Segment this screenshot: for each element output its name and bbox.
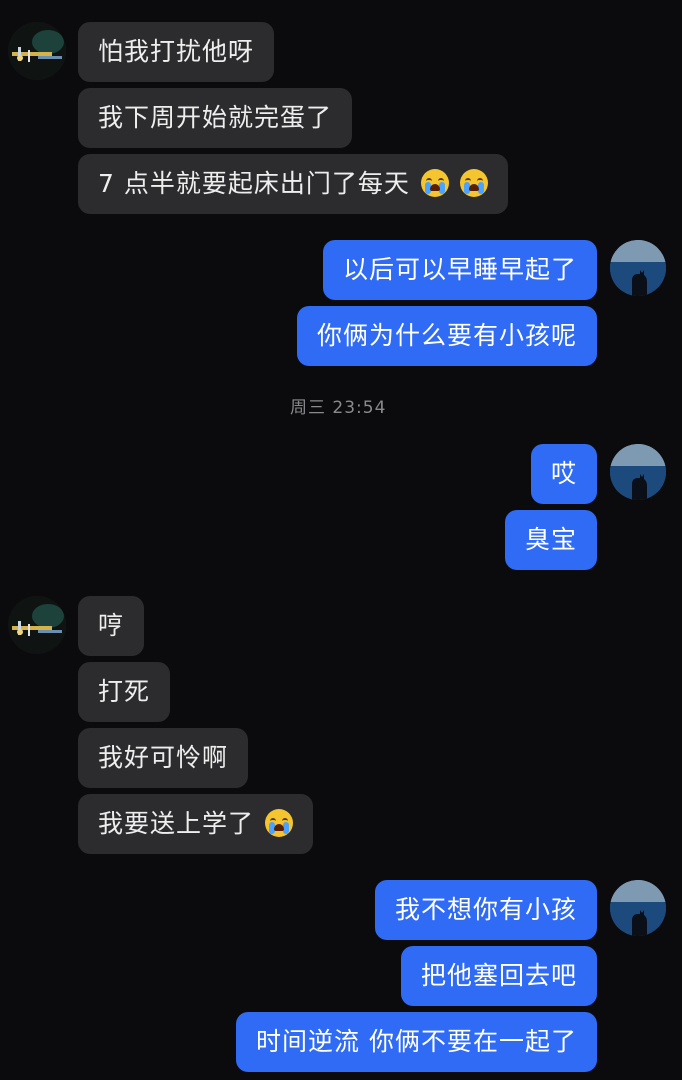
contact-avatar[interactable] bbox=[8, 596, 66, 654]
message-text: 时间逆流 你俩不要在一起了 bbox=[256, 1027, 577, 1056]
timestamp-divider: 周三 23:54 bbox=[290, 398, 387, 418]
message-bubble-received[interactable]: 我好可怜啊 bbox=[78, 728, 249, 788]
cat-silhouette-avatar-icon bbox=[610, 240, 666, 296]
message-bubble-sent[interactable]: 哎 bbox=[530, 444, 597, 504]
message-bubble-received[interactable]: 7 点半就要起床出门了每天 bbox=[78, 154, 508, 214]
message-text: 我下周开始就完蛋了 bbox=[98, 103, 333, 132]
contact-avatar[interactable] bbox=[8, 22, 66, 80]
message-text: 我好可怜啊 bbox=[98, 743, 229, 772]
message-bubble-received[interactable]: 我要送上学了 bbox=[78, 794, 313, 854]
message-bubble-sent[interactable]: 你俩为什么要有小孩呢 bbox=[296, 306, 597, 366]
message-bubble-received[interactable]: 我下周开始就完蛋了 bbox=[78, 88, 353, 148]
message-bubble-sent[interactable]: 时间逆流 你俩不要在一起了 bbox=[236, 1012, 597, 1072]
cat-silhouette-avatar-icon bbox=[610, 880, 666, 936]
message-text: 打死 bbox=[98, 677, 151, 706]
self-avatar[interactable] bbox=[610, 240, 666, 296]
message-text: 我不想你有小孩 bbox=[394, 895, 577, 924]
message-text: 你俩为什么要有小孩呢 bbox=[316, 321, 577, 350]
message-bubble-received[interactable]: 打死 bbox=[78, 662, 171, 722]
message-bubble-sent[interactable]: 以后可以早睡早起了 bbox=[322, 240, 597, 300]
city-night-avatar-icon bbox=[8, 22, 66, 80]
message-text: 7 点半就要起床出门了每天 bbox=[98, 169, 410, 198]
message-bubble-sent[interactable]: 臭宝 bbox=[504, 510, 597, 570]
cat-silhouette-avatar-icon bbox=[610, 444, 666, 500]
message-text: 我要送上学了 bbox=[98, 809, 255, 838]
loudly-crying-face-icon bbox=[264, 809, 293, 837]
self-avatar[interactable] bbox=[610, 444, 666, 500]
chat-window[interactable]: 怕我打扰他呀 我下周开始就完蛋了 7 点半就要起床出门了每天 以后可以早睡早起了… bbox=[0, 0, 682, 1080]
message-text: 怕我打扰他呀 bbox=[98, 37, 255, 66]
message-text: 以后可以早睡早起了 bbox=[342, 255, 577, 284]
message-text: 哼 bbox=[98, 611, 125, 640]
city-night-avatar-icon bbox=[8, 596, 66, 654]
message-bubble-received[interactable]: 哼 bbox=[78, 596, 145, 656]
message-text: 把他塞回去吧 bbox=[420, 961, 577, 990]
message-text: 臭宝 bbox=[524, 525, 577, 554]
message-bubble-sent[interactable]: 我不想你有小孩 bbox=[374, 880, 597, 940]
message-text: 哎 bbox=[550, 459, 577, 488]
loudly-crying-face-icon bbox=[420, 169, 449, 197]
self-avatar[interactable] bbox=[610, 880, 666, 936]
loudly-crying-face-icon bbox=[459, 169, 488, 197]
message-bubble-received[interactable]: 怕我打扰他呀 bbox=[78, 22, 275, 82]
message-bubble-sent[interactable]: 把他塞回去吧 bbox=[400, 946, 597, 1006]
